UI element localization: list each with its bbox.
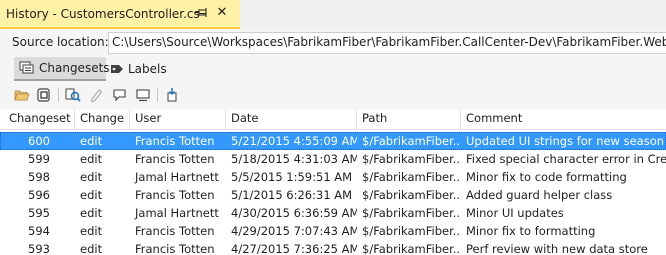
tab-changesets[interactable]: Changesets: [14, 57, 110, 81]
table-row[interactable]: 599 edit Francis Totten 5/18/2015 4:31:0…: [0, 150, 666, 168]
label-tag-icon: [111, 65, 123, 73]
cell-date: 5/1/2015 6:26:31 AM: [231, 188, 353, 202]
cell-change: edit: [80, 170, 103, 184]
column-header-path[interactable]: Path: [357, 109, 461, 129]
compare-icon: [65, 88, 81, 102]
changeset-details-icon: [136, 89, 150, 102]
cell-user: Francis Totten: [135, 134, 215, 148]
annotate-button[interactable]: [87, 86, 107, 104]
cell-change: edit: [80, 242, 103, 255]
cell-date: 5/21/2015 4:55:09 AM: [231, 134, 357, 148]
source-location-row: Source location: C:\Users\Source\Workspa…: [0, 31, 666, 55]
cell-change: edit: [80, 152, 103, 166]
cell-changeset: 600: [28, 134, 50, 148]
table-row[interactable]: 600 edit Francis Totten 5/21/2015 4:55:0…: [0, 132, 666, 150]
cell-changeset: 594: [28, 224, 50, 238]
document-tab[interactable]: History - CustomersController.cs ✕: [0, 0, 240, 29]
get-version-button[interactable]: [34, 86, 54, 104]
cell-date: 5/18/2015 4:31:03 AM: [231, 152, 357, 166]
column-header-changeset[interactable]: Changeset: [0, 109, 75, 129]
cell-changeset: 598: [28, 170, 50, 184]
cell-change: edit: [80, 206, 103, 220]
tab-changesets-label: Changesets: [39, 61, 110, 75]
changesets-icon: [19, 61, 34, 74]
cell-user: Francis Totten: [135, 152, 215, 166]
get-version-icon: [37, 88, 50, 102]
cell-user: Jamal Hartnett: [135, 170, 219, 184]
open-folder-button[interactable]: [12, 86, 32, 104]
toolbar-separator: [157, 88, 158, 102]
cell-path: $/FabrikamFiber...: [362, 242, 461, 255]
cell-comment: Perf review with new data store: [466, 242, 648, 255]
comment-button[interactable]: [110, 86, 130, 104]
cell-changeset: 599: [28, 152, 50, 166]
cell-change: edit: [80, 224, 103, 238]
column-header-user[interactable]: User: [130, 109, 226, 129]
toolbar: [0, 83, 666, 107]
table-header: Changeset Change User Date Path Comment: [0, 109, 666, 130]
cell-comment: Minor fix to code formatting: [466, 170, 627, 184]
cell-comment: Updated UI strings for new season: [466, 134, 665, 148]
table-row[interactable]: 595 edit Jamal Hartnett 4/30/2015 6:36:5…: [0, 204, 666, 222]
cell-date: 5/5/2015 1:59:51 AM: [231, 170, 353, 184]
tab-labels-label: Labels: [128, 62, 167, 76]
toolbar-separator: [58, 88, 59, 102]
cell-user: Francis Totten: [135, 242, 215, 255]
track-changeset-icon: [167, 88, 177, 102]
cell-user: Jamal Hartnett: [135, 206, 219, 220]
view-tabs: Changesets Labels: [0, 57, 666, 81]
cell-comment: Minor fix to formatting: [466, 224, 596, 238]
column-header-comment[interactable]: Comment: [461, 109, 666, 129]
cell-comment: Minor UI updates: [466, 206, 564, 220]
cell-comment: Added guard helper class: [466, 188, 613, 202]
cell-changeset: 596: [28, 188, 50, 202]
table-row[interactable]: 593 edit Francis Totten 4/27/2015 7:36:2…: [0, 240, 666, 255]
cell-path: $/FabrikamFiber...: [362, 224, 461, 238]
table-row[interactable]: 596 edit Francis Totten 5/1/2015 6:26:31…: [0, 186, 666, 204]
cell-user: Francis Totten: [135, 224, 215, 238]
cell-changeset: 595: [28, 206, 50, 220]
annotate-icon: [90, 89, 103, 102]
cell-path: $/FabrikamFiber...: [362, 188, 461, 202]
column-header-date[interactable]: Date: [226, 109, 357, 129]
source-location-label: Source location:: [12, 35, 109, 49]
open-folder-icon: [14, 90, 30, 101]
cell-change: edit: [80, 188, 103, 202]
close-icon[interactable]: ✕: [214, 5, 230, 21]
cell-comment: Fixed special character error in Create: [466, 152, 666, 166]
cell-date: 4/27/2015 7:36:25 AM: [231, 242, 357, 255]
cell-path: $/FabrikamFiber...: [362, 152, 461, 166]
table-row[interactable]: 594 edit Francis Totten 4/29/2015 7:07:4…: [0, 222, 666, 240]
cell-path: $/FabrikamFiber...: [362, 170, 461, 184]
source-location-field[interactable]: C:\Users\Source\Workspaces\FabrikamFiber…: [108, 32, 666, 54]
cell-user: Francis Totten: [135, 188, 215, 202]
changeset-history-table: Changeset Change User Date Path Comment …: [0, 109, 666, 255]
compare-button[interactable]: [63, 86, 83, 104]
cell-path: $/FabrikamFiber...: [362, 206, 461, 220]
pin-icon[interactable]: [194, 7, 210, 21]
cell-change: edit: [80, 134, 103, 148]
cell-changeset: 593: [28, 242, 50, 255]
cell-date: 4/29/2015 7:07:43 AM: [231, 224, 357, 238]
track-changeset-button[interactable]: [162, 86, 182, 104]
column-header-change[interactable]: Change: [75, 109, 130, 129]
tab-labels[interactable]: Labels: [108, 57, 168, 81]
document-tab-title: History - CustomersController.cs: [6, 6, 200, 21]
comment-icon: [113, 89, 126, 102]
table-row[interactable]: 598 edit Jamal Hartnett 5/5/2015 1:59:51…: [0, 168, 666, 186]
document-tab-bar: History - CustomersController.cs ✕: [0, 0, 666, 29]
cell-date: 4/30/2015 6:36:59 AM: [231, 206, 357, 220]
changeset-details-button[interactable]: [133, 86, 153, 104]
cell-path: $/FabrikamFiber...: [362, 134, 461, 148]
